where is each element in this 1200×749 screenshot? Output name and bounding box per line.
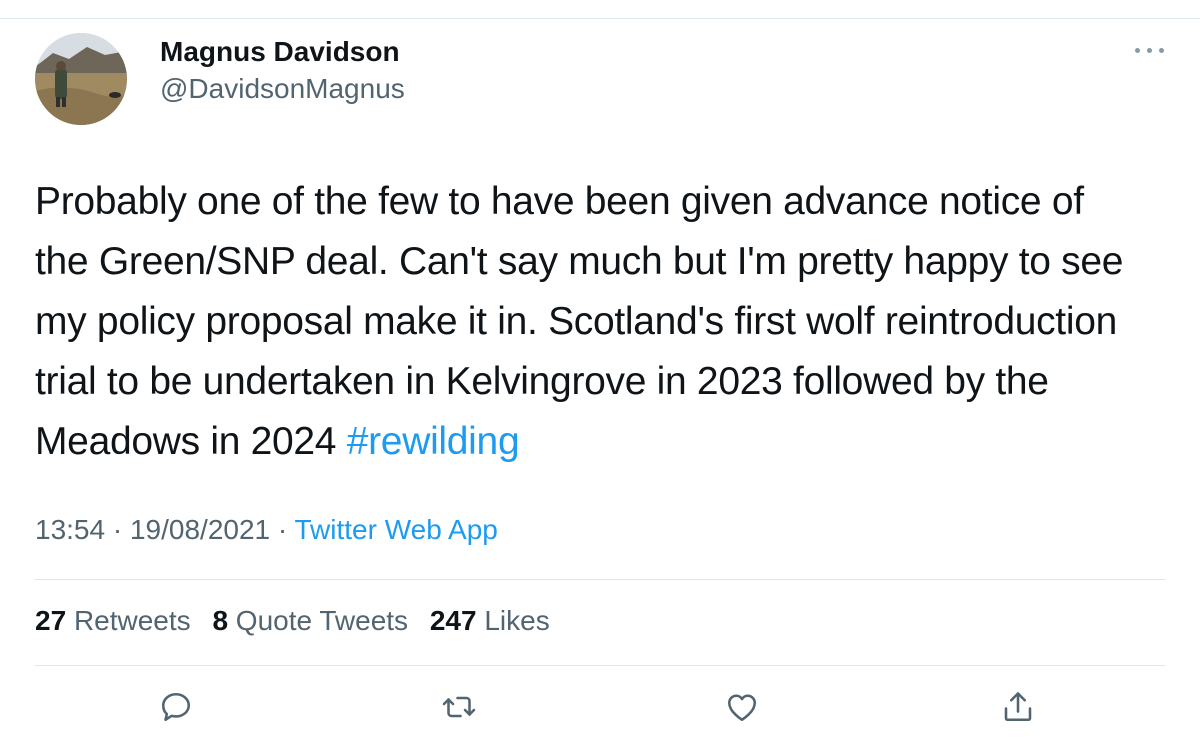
handle[interactable]: @DavidsonMagnus — [160, 73, 405, 105]
quote-tweets-stat[interactable]: 8 Quote Tweets — [212, 605, 408, 636]
retweets-label: Retweets — [73, 605, 191, 636]
likes-label: Likes — [484, 605, 550, 636]
tweet-line: Meadows in 2024 — [35, 420, 347, 463]
tweet-meta: 13:54 · 19/08/2021 · Twitter Web App — [35, 514, 498, 546]
meta-separator: · — [277, 514, 288, 545]
reply-icon — [161, 692, 191, 722]
tweet-text: Probably one of the few to have been giv… — [35, 172, 1175, 472]
profile-photo — [35, 33, 127, 125]
source-link[interactable]: Twitter Web App — [295, 514, 498, 545]
share-button[interactable] — [1000, 689, 1036, 725]
divider — [35, 665, 1165, 666]
engagement-stats: 27 Retweets 8 Quote Tweets 247 Likes — [35, 605, 564, 637]
hashtag-link[interactable]: #rewilding — [347, 420, 520, 463]
avatar[interactable] — [35, 33, 127, 125]
like-button[interactable] — [724, 689, 760, 725]
tweet-line: my policy proposal make it in. Scotland'… — [35, 300, 1117, 343]
quotes-count: 8 — [212, 605, 229, 636]
retweets-stat[interactable]: 27 Retweets — [35, 605, 191, 636]
likes-count: 247 — [429, 605, 477, 636]
likes-stat[interactable]: 247 Likes — [430, 605, 550, 636]
reply-button[interactable] — [158, 689, 194, 725]
meta-separator: · — [112, 514, 123, 545]
tweet-line: the Green/SNP deal. Can't say much but I… — [35, 240, 1124, 283]
retweet-button[interactable] — [441, 689, 477, 725]
heart-icon — [727, 694, 757, 722]
top-divider — [0, 18, 1200, 19]
display-name[interactable]: Magnus Davidson — [160, 36, 400, 68]
tweet-time[interactable]: 13:54 — [35, 514, 105, 545]
more-options-icon[interactable] — [1132, 38, 1168, 62]
share-icon — [1004, 692, 1032, 722]
divider — [35, 579, 1165, 580]
retweets-count: 27 — [35, 605, 67, 636]
tweet-line: trial to be undertaken in Kelvingrove in… — [35, 360, 1049, 403]
retweet-icon — [442, 696, 476, 718]
tweet-date[interactable]: 19/08/2021 — [130, 514, 270, 545]
quotes-label: Quote Tweets — [235, 605, 409, 636]
tweet-line: Probably one of the few to have been giv… — [35, 180, 1084, 223]
